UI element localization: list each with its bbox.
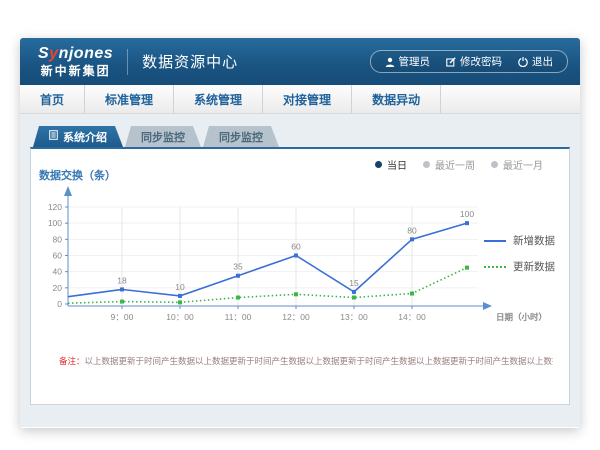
footnote-text: 以上数据更新于时间产生数据以上数据更新于时间产生数据以上数据更新于时间产生数据以… xyxy=(85,356,553,366)
nav-item-system-mgmt[interactable]: 系统管理 xyxy=(174,85,263,113)
svg-text:10：00: 10：00 xyxy=(166,312,194,322)
svg-text:20: 20 xyxy=(53,283,63,293)
logout-button[interactable]: 退出 xyxy=(518,54,553,69)
svg-text:100: 100 xyxy=(460,209,474,219)
filter-label: 最近一月 xyxy=(503,157,543,172)
line-chart: 0 20 40 60 80 100 120 9：00 10：00 11：00 12：00 13：00 1… xyxy=(45,185,557,335)
chart-panel: 当日 最近一周 最近一月 数据交换（条） 0 20 40 60 80 100 120 9：00… xyxy=(30,147,570,405)
nav-item-interface-mgmt[interactable]: 对接管理 xyxy=(263,85,352,113)
logo-text-cn: 新中新集团 xyxy=(41,65,111,77)
admin-user-button[interactable]: 管理员 xyxy=(385,54,431,69)
time-range-filters: 当日 最近一周 最近一月 xyxy=(375,157,543,172)
svg-text:12：00: 12：00 xyxy=(282,312,310,322)
radio-dot-icon xyxy=(375,161,382,168)
main-nav: 首页 标准管理 系统管理 对接管理 数据异动 xyxy=(20,85,580,114)
legend-new-data[interactable]: 新增数据 xyxy=(484,233,555,248)
svg-text:80: 80 xyxy=(407,225,417,235)
svg-text:40: 40 xyxy=(53,267,63,277)
nav-item-data-change[interactable]: 数据异动 xyxy=(352,85,441,113)
user-label: 管理员 xyxy=(399,54,431,69)
svg-text:日期（小时）: 日期（小时） xyxy=(496,312,547,322)
dotted-line-icon xyxy=(484,266,506,268)
filter-label: 当日 xyxy=(387,157,407,172)
legend-label: 更新数据 xyxy=(513,259,555,274)
svg-text:15: 15 xyxy=(349,278,359,288)
app-window: Synjones 新中新集团 数据资源中心 管理员 修改密码 退出 xyxy=(20,38,580,428)
tab-label: 同步监控 xyxy=(219,129,263,145)
tab-sync-monitor-1[interactable]: 同步监控 xyxy=(125,126,201,147)
app-title: 数据资源中心 xyxy=(142,51,238,72)
filter-label: 最近一周 xyxy=(435,157,475,172)
logout-label: 退出 xyxy=(532,54,553,69)
legend-update-data[interactable]: 更新数据 xyxy=(484,259,555,274)
tab-bar: 系统介绍 同步监控 同步监控 xyxy=(33,126,570,147)
filter-today[interactable]: 当日 xyxy=(375,157,407,172)
tab-sync-monitor-2[interactable]: 同步监控 xyxy=(203,126,279,147)
nav-item-standard-mgmt[interactable]: 标准管理 xyxy=(85,85,174,113)
power-icon xyxy=(518,57,528,67)
edit-icon xyxy=(446,57,456,67)
svg-text:60: 60 xyxy=(53,251,63,261)
page-background: Synjones 新中新集团 数据资源中心 管理员 修改密码 退出 xyxy=(0,0,600,450)
svg-text:100: 100 xyxy=(48,218,62,228)
svg-text:13：00: 13：00 xyxy=(340,312,368,322)
tab-label: 系统介绍 xyxy=(63,129,107,145)
document-icon xyxy=(49,130,58,143)
tab-label: 同步监控 xyxy=(141,129,185,145)
y-axis-title: 数据交换（条） xyxy=(39,167,116,183)
filter-last-month[interactable]: 最近一月 xyxy=(491,157,543,172)
svg-text:14：00: 14：00 xyxy=(398,312,426,322)
company-logo: Synjones 新中新集团 xyxy=(38,46,113,77)
tab-system-intro[interactable]: 系统介绍 xyxy=(33,126,123,147)
content-area: 系统介绍 同步监控 同步监控 当日 最近一周 xyxy=(20,114,580,427)
nav-item-home[interactable]: 首页 xyxy=(20,85,85,113)
svg-text:35: 35 xyxy=(233,262,243,272)
svg-text:11：00: 11：00 xyxy=(225,312,252,322)
svg-text:18: 18 xyxy=(117,275,127,285)
svg-text:80: 80 xyxy=(53,234,63,244)
radio-dot-icon xyxy=(423,161,430,168)
svg-text:120: 120 xyxy=(48,202,62,212)
user-menu: 管理员 修改密码 退出 xyxy=(370,50,569,73)
user-icon xyxy=(385,57,395,67)
logo-text-en: Synjones xyxy=(38,46,113,62)
chart-legend: 新增数据 更新数据 xyxy=(484,233,555,274)
svg-text:9：00: 9：00 xyxy=(111,312,134,322)
change-password-button[interactable]: 修改密码 xyxy=(446,54,502,69)
svg-text:60: 60 xyxy=(291,242,301,252)
svg-text:0: 0 xyxy=(57,299,62,309)
footnote-label: 备注： xyxy=(59,356,85,366)
svg-text:10: 10 xyxy=(175,282,185,292)
legend-label: 新增数据 xyxy=(513,233,555,248)
header-divider xyxy=(127,49,128,75)
filter-last-week[interactable]: 最近一周 xyxy=(423,157,475,172)
logo-lightning-y: y xyxy=(49,45,58,62)
solid-line-icon xyxy=(484,240,506,242)
footnote: 备注：以上数据更新于时间产生数据以上数据更新于时间产生数据以上数据更新于时间产生… xyxy=(59,355,553,367)
header-bar: Synjones 新中新集团 数据资源中心 管理员 修改密码 退出 xyxy=(20,38,580,85)
change-password-label: 修改密码 xyxy=(460,54,502,69)
radio-dot-icon xyxy=(491,161,498,168)
